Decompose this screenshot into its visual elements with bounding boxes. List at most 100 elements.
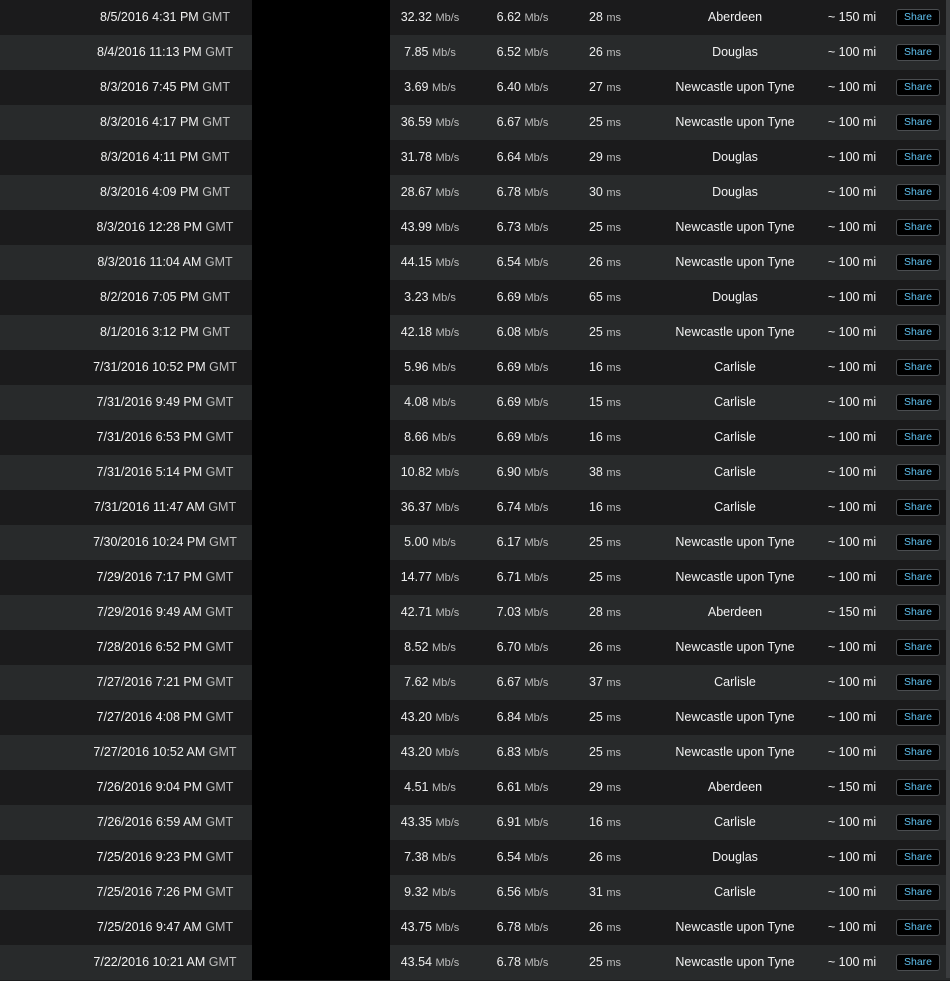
download-value: 43.35 [400,815,432,829]
timezone: GMT [205,570,234,584]
download-speed: 4.08 Mb/s [391,385,469,420]
share-button[interactable]: Share [896,359,940,376]
ping: 16 ms [575,350,635,385]
upload-speed: 6.17 Mb/s [485,525,560,560]
share-button[interactable]: Share [896,639,940,656]
ping: 29 ms [575,140,635,175]
share-button[interactable]: Share [896,674,940,691]
download-value: 4.51 [404,780,429,794]
share-button[interactable]: Share [896,709,940,726]
upload-value: 6.74 [496,500,521,514]
download-unit: Mb/s [431,47,456,59]
share-button[interactable]: Share [896,464,940,481]
share-button[interactable]: Share [896,814,940,831]
share-button[interactable]: Share [896,779,940,796]
server-distance: ~ 100 mi [827,885,877,899]
server-name: Carlisle [714,815,756,829]
date-time: 7/22/2016 10:21 AM [93,955,206,969]
result-row: 8/3/2016 4:09 PM GMT 28.67 Mb/s 6.78 Mb/s 3… [0,175,950,210]
download-value: 3.23 [404,290,429,304]
upload-speed: 6.67 Mb/s [485,105,560,140]
result-row: 7/29/2016 9:49 AM GMT 42.71 Mb/s 7.03 Mb/s… [0,595,950,630]
scrollbar[interactable] [946,0,950,978]
ping-unit: ms [606,187,622,199]
ping-unit: ms [606,957,622,969]
timezone: GMT [205,815,234,829]
upload-speed: 6.69 Mb/s [485,420,560,455]
share-button[interactable]: Share [896,394,940,411]
result-row: 8/3/2016 11:04 AM GMT 44.15 Mb/s 6.54 Mb/s… [0,245,950,280]
share-button[interactable]: Share [896,219,940,236]
share-button[interactable]: Share [896,44,940,61]
timezone: GMT [209,360,237,374]
share-button[interactable]: Share [896,114,940,131]
upload-value: 6.17 [496,535,521,549]
share-button[interactable]: Share [896,149,940,166]
ping-unit: ms [606,47,622,59]
share-button[interactable]: Share [896,534,940,551]
share-button[interactable]: Share [896,499,940,516]
ping-value: 29 [588,150,603,164]
upload-speed: 6.83 Mb/s [485,735,560,770]
timezone: GMT [202,115,230,129]
share-button[interactable]: Share [896,289,940,306]
download-value: 44.15 [400,255,432,269]
upload-unit: Mb/s [524,397,549,409]
redacted-block [252,700,390,735]
ping: 65 ms [575,280,635,315]
result-row: 8/3/2016 7:45 PM GMT 3.69 Mb/s 6.40 Mb/s 27… [0,70,950,105]
share-button[interactable]: Share [896,9,940,26]
upload-speed: 6.78 Mb/s [485,175,560,210]
upload-unit: Mb/s [524,887,549,899]
share-button[interactable]: Share [896,79,940,96]
share-button[interactable]: Share [896,184,940,201]
result-row: 7/26/2016 9:04 PM GMT 4.51 Mb/s 6.61 Mb/s 2… [0,770,950,805]
upload-unit: Mb/s [524,922,549,934]
download-speed: 36.37 Mb/s [391,490,469,525]
ping-unit: ms [606,537,622,549]
share-button[interactable]: Share [896,569,940,586]
ping-unit: ms [606,432,622,444]
redacted-block [252,70,390,105]
download-unit: Mb/s [435,747,460,759]
upload-unit: Mb/s [524,222,549,234]
download-value: 28.67 [400,185,432,199]
upload-speed: 6.69 Mb/s [485,280,560,315]
date-time: 7/25/2016 9:23 PM [96,850,203,864]
download-value: 32.32 [400,10,432,24]
share-button[interactable]: Share [896,849,940,866]
download-value: 9.32 [404,885,429,899]
timezone: GMT [202,80,230,94]
server-name: Newcastle upon Tyne [675,80,795,94]
upload-unit: Mb/s [524,152,549,164]
result-row: 7/31/2016 10:52 PM GMT 5.96 Mb/s 6.69 Mb/s… [0,350,950,385]
share-button[interactable]: Share [896,884,940,901]
share-button[interactable]: Share [896,324,940,341]
share-button[interactable]: Share [896,919,940,936]
upload-speed: 6.78 Mb/s [485,910,560,945]
upload-value: 6.78 [496,185,521,199]
date-time: 7/29/2016 9:49 AM [96,605,202,619]
download-speed: 28.67 Mb/s [391,175,469,210]
download-value: 42.18 [400,325,432,339]
server-name: Newcastle upon Tyne [675,115,795,129]
timezone: GMT [205,920,234,934]
download-value: 43.20 [400,710,432,724]
share-button[interactable]: Share [896,604,940,621]
download-speed: 5.96 Mb/s [391,350,469,385]
ping-value: 16 [588,500,603,514]
result-row: 7/31/2016 11:47 AM GMT 36.37 Mb/s 6.74 Mb/… [0,490,950,525]
ping-value: 28 [588,10,603,24]
share-button[interactable]: Share [896,744,940,761]
share-button[interactable]: Share [896,429,940,446]
share-button[interactable]: Share [896,254,940,271]
upload-speed: 6.67 Mb/s [485,665,560,700]
ping: 16 ms [575,420,635,455]
result-row: 7/25/2016 9:47 AM GMT 43.75 Mb/s 6.78 Mb/s… [0,910,950,945]
ping-unit: ms [606,747,622,759]
ping: 28 ms [575,595,635,630]
ping-value: 65 [588,290,603,304]
upload-speed: 6.70 Mb/s [485,630,560,665]
redacted-block [252,595,390,630]
share-button[interactable]: Share [896,954,940,971]
